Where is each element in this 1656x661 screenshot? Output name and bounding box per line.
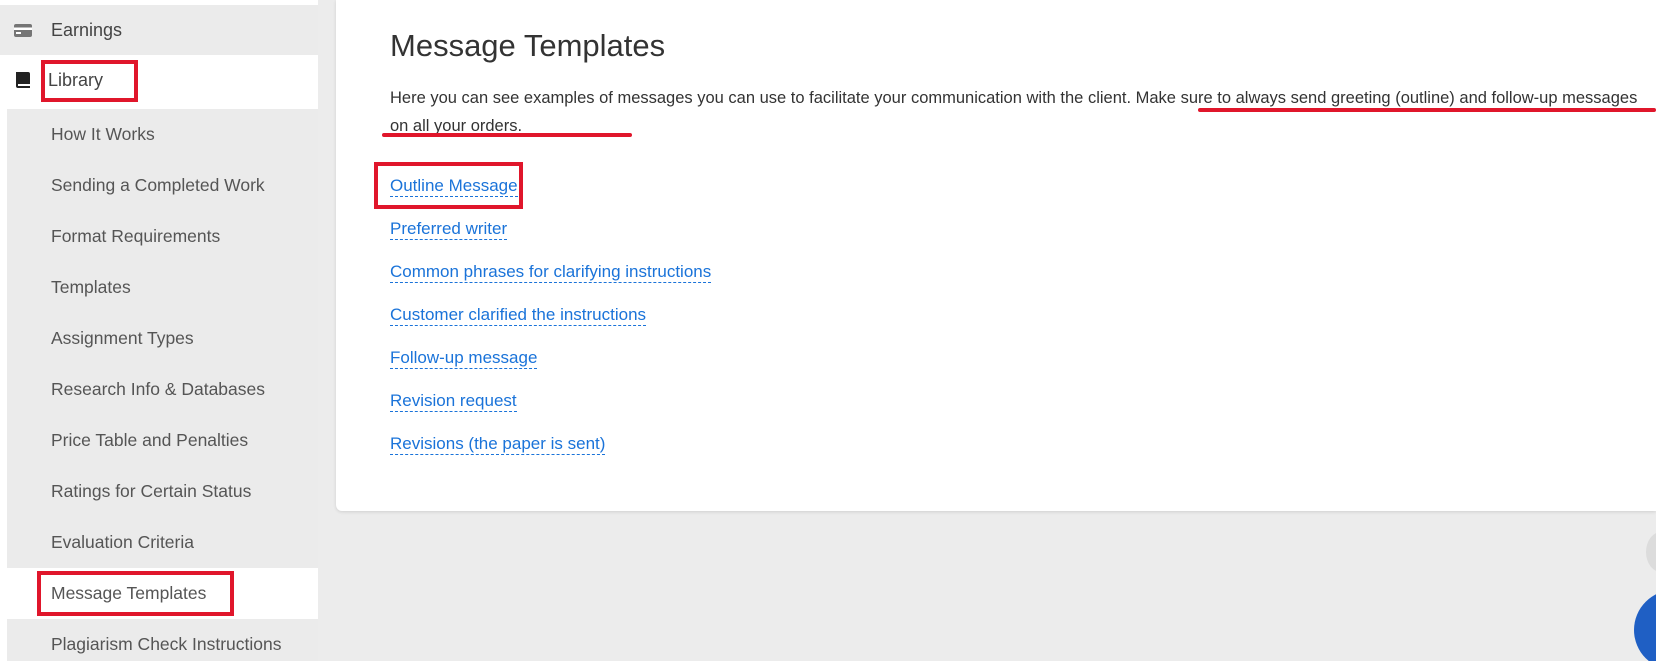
intro-text: Here you can see examples of messages yo… <box>390 84 1656 140</box>
link-customer-clarified[interactable]: Customer clarified the instructions <box>390 304 647 326</box>
sidebar-subitem[interactable]: How It Works <box>7 109 318 160</box>
sidebar-subitem[interactable]: Sending a Completed Work <box>7 160 318 211</box>
sidebar-subitem[interactable]: Ratings for Certain Status <box>7 466 318 517</box>
sidebar-item-earnings[interactable]: Earnings <box>0 5 318 55</box>
scroll-top-button[interactable] <box>1646 532 1656 572</box>
sidebar-subitem[interactable]: Plagiarism Check Instructions <box>7 619 318 661</box>
underline-highlight-2 <box>382 133 632 137</box>
sidebar-subitem[interactable]: Assignment Types <box>7 313 318 364</box>
sidebar-subitem-active[interactable]: Message Templates <box>7 568 318 619</box>
link-outline-message[interactable]: Outline Message <box>390 175 518 197</box>
sidebar-subitem[interactable]: Templates <box>7 262 318 313</box>
link-revision-request[interactable]: Revision request <box>390 390 517 412</box>
link-common-phrases[interactable]: Common phrases for clarifying instructio… <box>390 261 712 283</box>
sidebar-subitem[interactable]: Format Requirements <box>7 211 318 262</box>
sidebar-item-label: Library <box>48 69 104 90</box>
sidebar-subitem[interactable]: Evaluation Criteria <box>7 517 318 568</box>
library-submenu: How It Works Sending a Completed Work Fo… <box>7 109 318 661</box>
chat-button[interactable] <box>1634 590 1656 661</box>
sidebar-subitem[interactable]: Research Info & Databases <box>7 364 318 415</box>
content-card: Message Templates Here you can see examp… <box>336 0 1656 511</box>
book-icon <box>16 72 30 88</box>
link-preferred-writer[interactable]: Preferred writer <box>390 218 508 240</box>
card-icon <box>14 24 32 37</box>
sidebar-item-library[interactable]: Library <box>0 55 318 105</box>
link-follow-up-message[interactable]: Follow-up message <box>390 347 538 369</box>
page-title: Message Templates <box>390 28 666 63</box>
link-revisions-paper-sent[interactable]: Revisions (the paper is sent) <box>390 433 606 455</box>
intro-part-1: Here you can see examples of messages yo… <box>390 89 1136 107</box>
underline-highlight-1 <box>1198 108 1656 112</box>
sidebar-item-label: Earnings <box>51 19 123 40</box>
sidebar-subitem[interactable]: Price Table and Penalties <box>7 415 318 466</box>
sidebar: Earnings Library How It Works Sending a … <box>0 0 318 661</box>
